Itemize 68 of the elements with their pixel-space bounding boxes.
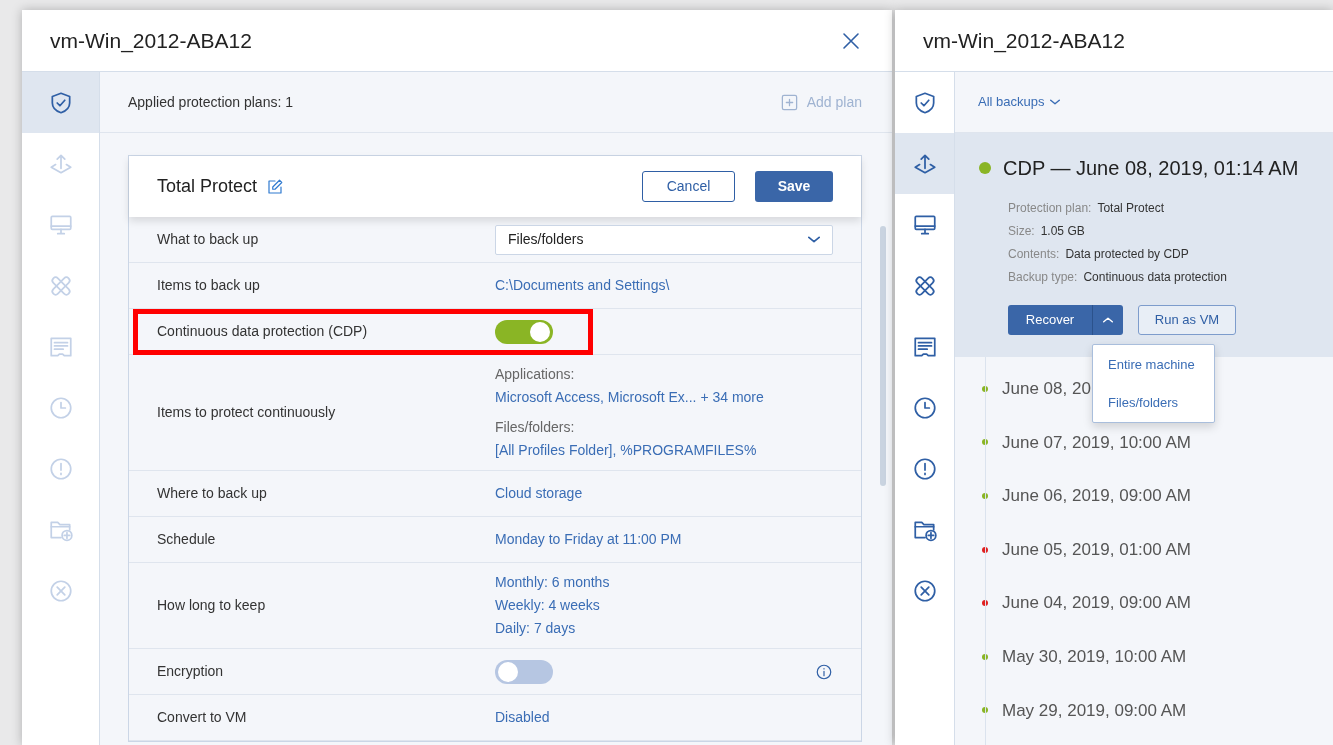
value-link[interactable]: Microsoft Access, Microsoft Ex... + 34 more <box>495 386 833 409</box>
detail-label: Size: <box>1008 223 1035 240</box>
field-label: Continuous data protection (CDP) <box>157 322 369 341</box>
sidebar-tab[interactable] <box>895 133 954 194</box>
window-title: vm-Win_2012-ABA12 <box>923 27 1125 55</box>
backup-entry[interactable]: June 04, 2019, 09:00 AM <box>1002 590 1192 616</box>
backup-source-dropdown[interactable]: Files/folders <box>495 224 833 255</box>
recover-button[interactable]: Recover <box>1008 305 1093 335</box>
value-link[interactable]: Monthly: 6 months <box>495 571 833 594</box>
plan-name: Total Protect <box>157 175 258 198</box>
clock-icon <box>47 394 74 421</box>
group-heading: Applications: <box>495 365 576 384</box>
save-button[interactable]: Save <box>755 171 833 202</box>
menu-item[interactable]: Files/folders <box>1108 392 1214 412</box>
detail-value: 1.05 GB <box>1040 223 1085 240</box>
scrollbar-thumb[interactable] <box>880 226 886 486</box>
chevron-down-icon <box>808 236 820 243</box>
chevron-down-icon <box>1050 99 1061 105</box>
backup-entry[interactable]: June 07, 2019, 10:00 AM <box>1002 429 1192 456</box>
detail-label: Contents: <box>1008 246 1060 263</box>
toggle-switch[interactable] <box>495 659 553 684</box>
value-link[interactable]: Weekly: 4 weeks <box>495 594 833 617</box>
backup-entry[interactable]: May 29, 2019, 09:00 AM <box>1002 697 1187 724</box>
clock-icon <box>911 394 938 421</box>
cancel-circle-icon <box>47 577 74 604</box>
value-link[interactable]: Disabled <box>495 707 550 728</box>
run-as-vm-button[interactable]: Run as VM <box>1138 305 1236 335</box>
applied-plans-label: Applied protection plans: 1 <box>128 92 293 112</box>
backup-entry[interactable]: June 06, 2019, 09:00 AM <box>1002 483 1192 509</box>
cancel-circle-icon <box>911 577 938 604</box>
caret-up-icon <box>1103 317 1113 323</box>
detail-value: Data protected by CDP <box>1065 246 1189 263</box>
field-label: Items to protect continuously <box>157 403 337 422</box>
cancel-button[interactable]: Cancel <box>642 171 735 202</box>
value-link[interactable]: Daily: 7 days <box>495 617 833 640</box>
sidebar-tab[interactable] <box>22 72 99 133</box>
value-link[interactable]: [All Profiles Folder], %PROGRAMFILES% <box>495 439 833 462</box>
detail-label: Protection plan: <box>1008 200 1092 217</box>
field-label: What to back up <box>157 230 260 249</box>
detail-value: Continuous data protection <box>1083 269 1227 286</box>
field-label: Where to back up <box>157 484 268 503</box>
backup-entry[interactable]: May 30, 2019, 10:00 AM <box>1002 644 1187 670</box>
group-heading: Files/folders: <box>495 418 576 437</box>
value-link[interactable]: C:\Documents and Settings\ <box>495 275 670 296</box>
value-link[interactable]: Cloud storage <box>495 483 583 504</box>
recover-options-button[interactable] <box>1093 305 1123 335</box>
add-plan-button: Add plan <box>779 91 862 113</box>
detail-label: Backup type: <box>1008 269 1078 286</box>
edit-icon <box>266 177 285 196</box>
all-backups-filter[interactable]: All backups <box>978 92 1061 112</box>
menu-item[interactable]: Entire machine <box>1108 355 1214 375</box>
value-link[interactable]: Monday to Friday at 11:00 PM <box>495 529 682 550</box>
toggle-switch[interactable] <box>495 319 553 344</box>
selected-backup-card[interactable]: CDP — June 08, 2019, 01:14 AM Protection plan: Total Protect Size: 1.05 GB Contents: Data protected by CDP Backup type: Continuous data protection Recover Run as VM <box>955 133 1333 357</box>
field-label: Convert to VM <box>157 708 248 727</box>
field-label: Items to back up <box>157 276 261 295</box>
add-icon <box>779 92 799 112</box>
field-label: How long to keep <box>157 596 267 615</box>
field-label: Schedule <box>157 530 217 549</box>
backup-title: CDP — June 08, 2019, 01:14 AM <box>1003 156 1299 181</box>
alert-circle-icon <box>47 455 74 482</box>
field-label: Encryption <box>157 662 225 681</box>
backup-entry[interactable]: June 08, 20 <box>1002 376 1091 402</box>
alert-circle-icon <box>911 455 938 482</box>
backup-entry[interactable]: June 05, 2019, 01:00 AM <box>1002 536 1192 563</box>
info-icon <box>815 662 833 681</box>
window-title: vm-Win_2012-ABA12 <box>50 27 252 55</box>
detail-value: Total Protect <box>1097 200 1165 217</box>
